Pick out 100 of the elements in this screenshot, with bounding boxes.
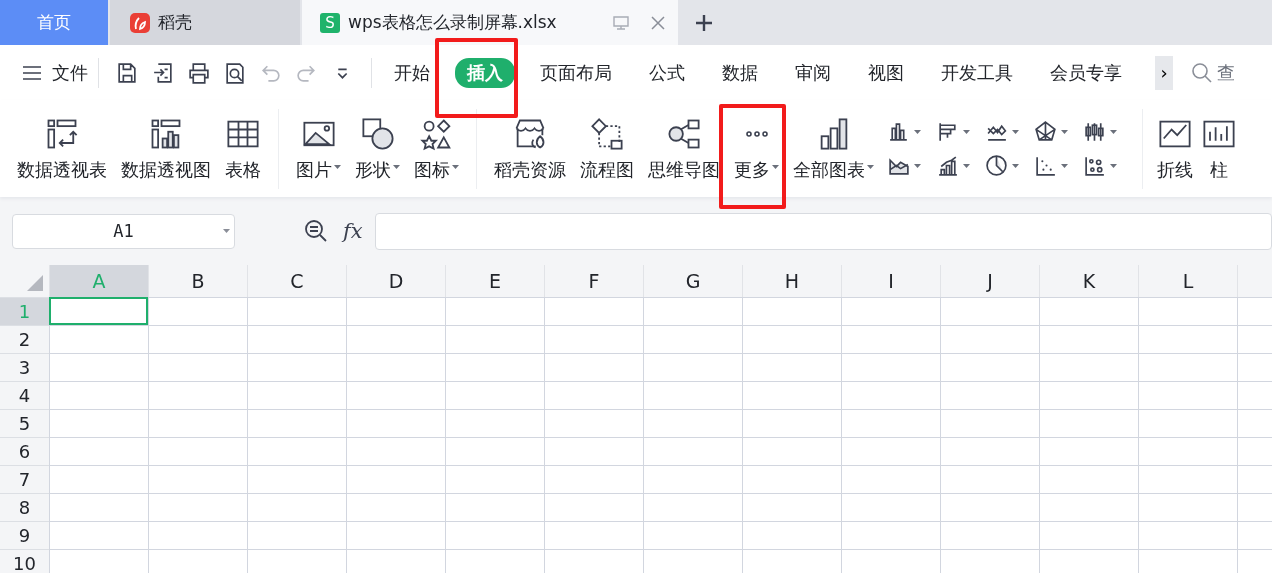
grid-cell[interactable] (940, 353, 1039, 381)
grid-cell[interactable] (544, 521, 643, 549)
grid-cell[interactable] (346, 353, 445, 381)
grid-cell[interactable] (1039, 521, 1138, 549)
grid-cell[interactable] (49, 437, 148, 465)
grid-cell[interactable] (1039, 437, 1138, 465)
grid-cell[interactable] (742, 353, 841, 381)
grid-cell[interactable] (148, 325, 247, 353)
grid-cell[interactable] (247, 493, 346, 521)
grid-cell[interactable] (346, 493, 445, 521)
grid-cell[interactable] (1138, 381, 1237, 409)
grid-cell[interactable] (742, 409, 841, 437)
grid-cell[interactable] (346, 521, 445, 549)
grid-cell[interactable] (1039, 325, 1138, 353)
grid-cell[interactable] (148, 409, 247, 437)
grid-cell[interactable] (1138, 465, 1237, 493)
grid-cell[interactable] (940, 465, 1039, 493)
ribbon-button[interactable]: 思维导图 (641, 115, 727, 182)
row-header[interactable]: 2 (0, 325, 49, 353)
ribbon-tab[interactable]: 开始 (382, 57, 442, 88)
grid-cell[interactable] (346, 325, 445, 353)
grid-cell[interactable] (247, 437, 346, 465)
row-header[interactable]: 4 (0, 381, 49, 409)
grid-cell[interactable] (445, 409, 544, 437)
grid-cell[interactable] (940, 381, 1039, 409)
ribbon-tab[interactable]: 页面布局 (528, 57, 624, 88)
grid-cell[interactable] (742, 493, 841, 521)
ribbon-button[interactable]: 图标 (407, 115, 466, 182)
grid-cell[interactable] (841, 353, 940, 381)
grid-cell[interactable] (544, 493, 643, 521)
grid-cell[interactable] (148, 521, 247, 549)
ribbon-button[interactable]: 形状 (348, 115, 407, 182)
scroll-tabs-button[interactable]: › (1155, 55, 1173, 90)
active-cell[interactable] (49, 297, 148, 325)
grid-cell[interactable] (1138, 437, 1237, 465)
grid-cell[interactable] (445, 325, 544, 353)
grid-cell[interactable] (544, 409, 643, 437)
grid-cell[interactable] (841, 409, 940, 437)
ribbon-tab[interactable]: 审阅 (783, 57, 843, 88)
grid-cell[interactable] (148, 381, 247, 409)
monitor-icon[interactable] (612, 13, 630, 32)
grid-cell[interactable] (1138, 493, 1237, 521)
grid-cell[interactable] (643, 521, 742, 549)
ribbon-button[interactable]: 表格 (218, 115, 268, 182)
grid-cell[interactable] (49, 409, 148, 437)
row-header[interactable]: 10 (0, 549, 49, 573)
select-all-button[interactable] (0, 265, 49, 297)
grid-cell[interactable] (742, 465, 841, 493)
grid-cell[interactable] (247, 353, 346, 381)
ribbon-button[interactable]: 折线 (1153, 115, 1197, 182)
grid-cell[interactable] (445, 353, 544, 381)
name-box[interactable]: A1 (12, 213, 235, 249)
grid-cell[interactable] (544, 437, 643, 465)
grid-cell[interactable] (148, 353, 247, 381)
grid-cell[interactable] (1039, 465, 1138, 493)
grid-cell[interactable] (49, 493, 148, 521)
grid-cell[interactable] (643, 325, 742, 353)
grid-cell[interactable] (346, 297, 445, 325)
grid-cell[interactable] (742, 521, 841, 549)
column-header[interactable]: I (841, 265, 940, 297)
grid-cell[interactable] (643, 465, 742, 493)
grid-cell[interactable] (544, 381, 643, 409)
ribbon-button[interactable]: 流程图 (573, 115, 641, 182)
grid-cell[interactable] (841, 465, 940, 493)
file-menu-button[interactable]: 文件 (22, 60, 88, 85)
grid-cell[interactable] (544, 325, 643, 353)
column-header[interactable]: D (346, 265, 445, 297)
ribbon-button[interactable]: 数据透视表 (10, 115, 114, 182)
grid-cell[interactable] (643, 381, 742, 409)
grid-cell[interactable] (841, 437, 940, 465)
grid-cell[interactable] (247, 325, 346, 353)
grid-cell[interactable] (1039, 549, 1138, 573)
ribbon-tab[interactable]: 公式 (637, 57, 697, 88)
grid-cell[interactable] (841, 381, 940, 409)
grid-cell[interactable] (643, 437, 742, 465)
document-tab[interactable]: 稻壳 (110, 0, 300, 45)
grid-cell[interactable] (940, 521, 1039, 549)
ribbon-tab[interactable]: 开发工具 (929, 57, 1025, 88)
column-header[interactable]: K (1039, 265, 1138, 297)
grid-cell[interactable] (643, 549, 742, 573)
function-button[interactable]: fx (343, 219, 363, 243)
grid-cell[interactable] (346, 465, 445, 493)
grid-cell[interactable] (1138, 521, 1237, 549)
grid-cell[interactable] (940, 297, 1039, 325)
grid-cell[interactable] (49, 353, 148, 381)
grid-cell[interactable] (1039, 297, 1138, 325)
close-icon[interactable] (650, 14, 666, 31)
ribbon-tab[interactable]: 会员专享 (1038, 57, 1134, 88)
zoom-icon[interactable] (303, 218, 329, 244)
grid-cell[interactable] (247, 297, 346, 325)
grid-cell[interactable] (247, 521, 346, 549)
row-header[interactable]: 5 (0, 409, 49, 437)
row-header[interactable]: 3 (0, 353, 49, 381)
grid-cell[interactable] (841, 549, 940, 573)
document-tab[interactable]: S wps表格怎么录制屏幕.xlsx (302, 0, 678, 45)
grid-cell[interactable] (1138, 297, 1237, 325)
column-header[interactable]: E (445, 265, 544, 297)
grid-cell[interactable] (1039, 409, 1138, 437)
column-header[interactable]: F (544, 265, 643, 297)
grid-cell[interactable] (346, 549, 445, 573)
